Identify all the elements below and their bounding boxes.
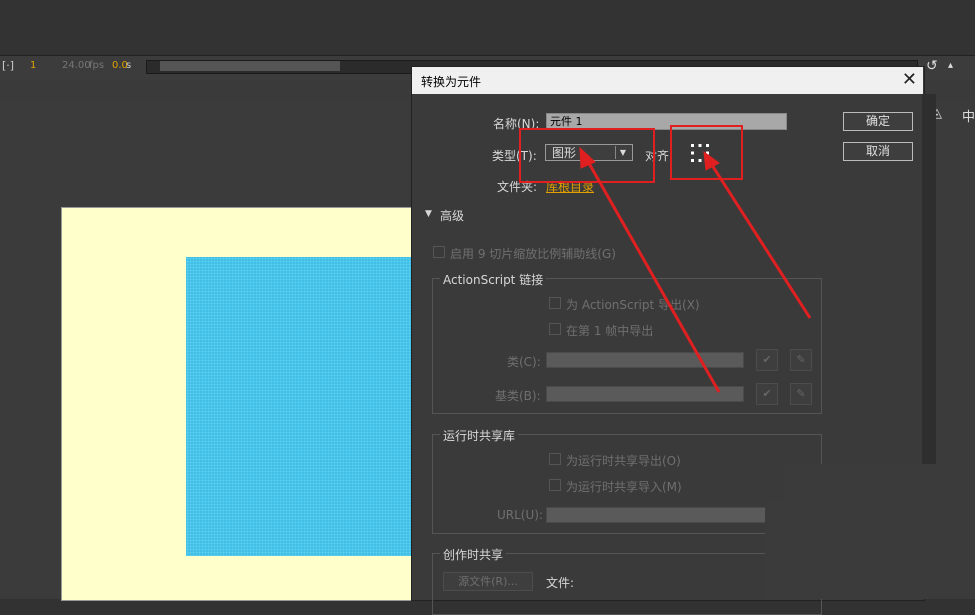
runtime-shared-group-title: 运行时共享库 [440, 427, 519, 444]
annotation-box-align [670, 125, 743, 180]
export-actionscript-checkbox[interactable] [549, 297, 561, 309]
fit-icon[interactable]: [·] [2, 59, 14, 72]
file-label: 文件: [546, 576, 575, 590]
selected-shape[interactable] [186, 257, 426, 556]
ok-button[interactable]: 确定 [843, 112, 913, 131]
base-class-label: 基类(B): [495, 389, 541, 403]
url-input[interactable] [546, 507, 786, 523]
class-label: 类(C): [507, 355, 541, 369]
timeline-scroll-thumb[interactable] [160, 61, 340, 71]
dialog-scrollbar[interactable] [922, 94, 936, 464]
runtime-export-label: 为运行时共享导出(O) [566, 454, 681, 468]
runtime-export-checkbox[interactable] [549, 453, 561, 465]
triangle-down-icon[interactable]: ▼ [425, 209, 432, 219]
fps-unit: fps [89, 60, 105, 71]
dialog-title-bar: 转换为元件 ✕ [412, 67, 923, 94]
actionscript-group-title: ActionScript 链接 [440, 271, 547, 288]
authoring-shared-group-title: 创作时共享 [440, 546, 507, 563]
frame-number: 1 [30, 60, 37, 71]
center-icon[interactable]: 中 [962, 106, 975, 125]
source-file-button[interactable]: 源文件(R)... [443, 572, 533, 591]
check-icon[interactable]: ✔ [756, 349, 778, 371]
cancel-button[interactable]: 取消 [843, 142, 913, 161]
app-top-bar [0, 0, 975, 55]
advanced-toggle[interactable]: 高级 [440, 207, 464, 224]
nine-slice-label: 启用 9 切片缩放比例辅助线(G) [450, 247, 616, 261]
base-class-input[interactable] [546, 386, 744, 402]
triangle-icon[interactable]: ▴ [948, 60, 953, 71]
pencil-icon[interactable]: ✎ [790, 349, 812, 371]
close-icon[interactable]: ✕ [902, 69, 917, 90]
url-label: URL(U): [497, 508, 543, 522]
nine-slice-checkbox[interactable] [433, 246, 445, 258]
fps-value[interactable]: 24.00 [62, 60, 91, 71]
export-frame1-checkbox[interactable] [549, 323, 561, 335]
time-unit: s [126, 60, 132, 71]
check-icon[interactable]: ✔ [756, 383, 778, 405]
runtime-import-checkbox[interactable] [549, 479, 561, 491]
export-frame1-label: 在第 1 帧中导出 [566, 324, 654, 338]
export-actionscript-label: 为 ActionScript 导出(X) [566, 298, 700, 312]
annotation-box-type [519, 128, 655, 183]
dialog-title: 转换为元件 [421, 75, 482, 89]
class-input[interactable] [546, 352, 744, 368]
pencil-icon[interactable]: ✎ [790, 383, 812, 405]
background-fill [765, 500, 975, 599]
runtime-import-label: 为运行时共享导入(M) [566, 480, 682, 494]
rotate-icon[interactable]: ↺ [926, 58, 938, 74]
